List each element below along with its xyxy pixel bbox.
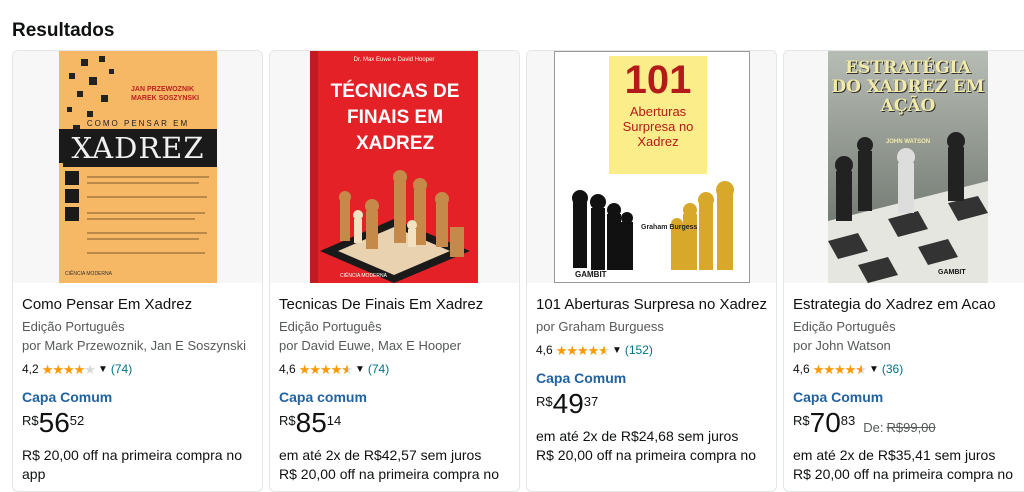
price-currency: R$: [793, 413, 810, 428]
chevron-down-icon[interactable]: ▼: [869, 364, 879, 375]
star-rating-icon[interactable]: ★★★★★★★★★★: [556, 344, 610, 357]
star-rating-icon[interactable]: ★★★★★★★★★★: [299, 363, 353, 376]
review-count-link[interactable]: (152): [625, 343, 653, 357]
cover-authors: Dr. Max Euwe e David Hooper: [353, 57, 435, 63]
offer-text: R$ 20,00 off na primeira compra no app: [22, 447, 242, 482]
product-card: 101 Aberturas Surpresa no Xadrez Graham …: [526, 50, 777, 492]
chevron-down-icon[interactable]: ▼: [98, 364, 108, 375]
rating-row: 4,6 ★★★★★ ★★★★★ ▼ (74): [279, 359, 513, 379]
price-whole: 70: [809, 407, 841, 438]
offer-text: R$ 20,00 off na primeira compra no: [279, 466, 499, 482]
rating-row: 4,2 ★★★★★★★★★★ ▼ (74): [22, 359, 256, 379]
price-whole: 49: [552, 388, 584, 419]
price-fraction: 83: [840, 413, 856, 428]
star-rating-icon[interactable]: ★★★★★★★★★★: [42, 363, 96, 376]
cover-series: COMO PENSAR EM: [86, 119, 190, 128]
book-cover-image[interactable]: JAN PRZEWOZNIK MAREK SOSZYNSKI COMO PENS…: [59, 51, 217, 283]
price[interactable]: R$ 49 37: [536, 389, 770, 421]
rating-row: 4,6 ★★★★★ ★★★★★ ▼ (152): [536, 340, 770, 360]
price[interactable]: R$ 70 83 De: R$99,00: [793, 408, 1018, 440]
product-title[interactable]: Tecnicas De Finais Em Xadrez: [279, 293, 513, 317]
star-rating-icon[interactable]: ★★★★★★★★★★: [813, 363, 867, 376]
product-authors: por Graham Burguess: [536, 319, 664, 334]
rating-value: 4,6: [536, 343, 553, 357]
cover-publisher: CIÊNCIA MODERNA: [65, 271, 112, 277]
binding-link[interactable]: Capa Comum: [793, 388, 1018, 406]
product-edition: Edição Português: [793, 319, 896, 334]
book-cover-image[interactable]: ESTRATÉGIA DO XADREZ EM AÇÃO JOHN WATSON…: [828, 51, 988, 283]
price-whole: 56: [38, 407, 70, 438]
chevron-down-icon[interactable]: ▼: [612, 345, 622, 356]
cover-title: ESTRATÉGIA DO XADREZ EM AÇÃO: [831, 58, 985, 116]
rating-row: 4,6 ★★★★★ ★★★★★ ▼ (36): [793, 359, 1018, 379]
product-card: ESTRATÉGIA DO XADREZ EM AÇÃO JOHN WATSON…: [783, 50, 1024, 492]
review-count-link[interactable]: (36): [882, 362, 903, 376]
book-cover-image[interactable]: 101 Aberturas Surpresa no Xadrez Graham …: [554, 51, 750, 283]
rating-value: 4,2: [22, 362, 39, 376]
installments-text: em até 2x de R$42,57 sem juros: [279, 447, 482, 463]
product-card: JAN PRZEWOZNIK MAREK SOSZYNSKI COMO PENS…: [12, 50, 263, 492]
rating-value: 4,6: [793, 362, 810, 376]
cover-publisher: GAMBIT: [575, 270, 607, 279]
installments-text: em até 2x de R$24,68 sem juros: [536, 428, 739, 444]
product-authors: por Mark Przewoznik, Jan E Soszynski: [22, 338, 246, 353]
product-image-area[interactable]: Dr. Max Euwe e David Hooper TÉCNICAS DE …: [270, 51, 519, 283]
binding-link[interactable]: Capa Comum: [536, 369, 770, 387]
cover-authors: JAN PRZEWOZNIK MAREK SOSZYNSKI: [131, 86, 200, 102]
price[interactable]: R$ 85 14: [279, 408, 513, 440]
rating-value: 4,6: [279, 362, 296, 376]
cover-author: Graham Burgess: [641, 224, 698, 231]
list-price-label: De:: [863, 420, 884, 435]
binding-link[interactable]: Capa comum: [279, 388, 513, 406]
cover-publisher: CIÊNCIA MODERNA: [340, 273, 387, 279]
price-fraction: 52: [69, 413, 85, 428]
product-image-area[interactable]: 101 Aberturas Surpresa no Xadrez Graham …: [527, 51, 776, 283]
binding-link[interactable]: Capa Comum: [22, 388, 256, 406]
results-heading: Resultados: [12, 20, 115, 41]
chevron-down-icon[interactable]: ▼: [355, 364, 365, 375]
product-title[interactable]: Como Pensar Em Xadrez: [22, 293, 256, 317]
offer-text: R$ 20,00 off na primeira compra no: [536, 447, 756, 463]
price-fraction: 37: [583, 394, 599, 409]
product-card: Dr. Max Euwe e David Hooper TÉCNICAS DE …: [269, 50, 520, 492]
product-title[interactable]: Estrategia do Xadrez em Acao: [793, 293, 1018, 317]
offer-text: R$ 20,00 off na primeira compra no: [793, 466, 1013, 482]
installments-text: em até 2x de R$35,41 sem juros: [793, 447, 996, 463]
cover-publisher: GAMBIT: [938, 269, 966, 276]
product-title[interactable]: 101 Aberturas Surpresa no Xadrez: [536, 293, 770, 317]
cover-title: XADREZ: [71, 131, 205, 165]
list-price: De: R$99,00: [863, 420, 935, 435]
results-grid: JAN PRZEWOZNIK MAREK SOSZYNSKI COMO PENS…: [12, 50, 1024, 492]
price-currency: R$: [22, 413, 39, 428]
price-whole: 85: [295, 407, 327, 438]
price-currency: R$: [536, 394, 553, 409]
product-edition: Edição Português: [279, 319, 382, 334]
cover-author: JOHN WATSON: [885, 139, 931, 145]
product-image-area[interactable]: JAN PRZEWOZNIK MAREK SOSZYNSKI COMO PENS…: [13, 51, 262, 283]
product-authors: por John Watson: [793, 338, 891, 353]
book-cover-image[interactable]: Dr. Max Euwe e David Hooper TÉCNICAS DE …: [310, 51, 478, 283]
product-edition: Edição Português: [22, 319, 125, 334]
price-currency: R$: [279, 413, 296, 428]
cover-title: TÉCNICAS DE FINAIS EM XADREZ: [330, 81, 460, 154]
cover-number: 101: [624, 58, 692, 102]
price-fraction: 14: [326, 413, 342, 428]
review-count-link[interactable]: (74): [368, 362, 389, 376]
product-image-area[interactable]: ESTRATÉGIA DO XADREZ EM AÇÃO JOHN WATSON…: [784, 51, 1024, 283]
review-count-link[interactable]: (74): [111, 362, 132, 376]
list-price-value: R$99,00: [886, 420, 936, 435]
product-authors: por David Euwe, Max E Hooper: [279, 338, 462, 353]
price[interactable]: R$ 56 52: [22, 408, 256, 440]
cover-title: Aberturas Surpresa no Xadrez: [622, 104, 694, 149]
